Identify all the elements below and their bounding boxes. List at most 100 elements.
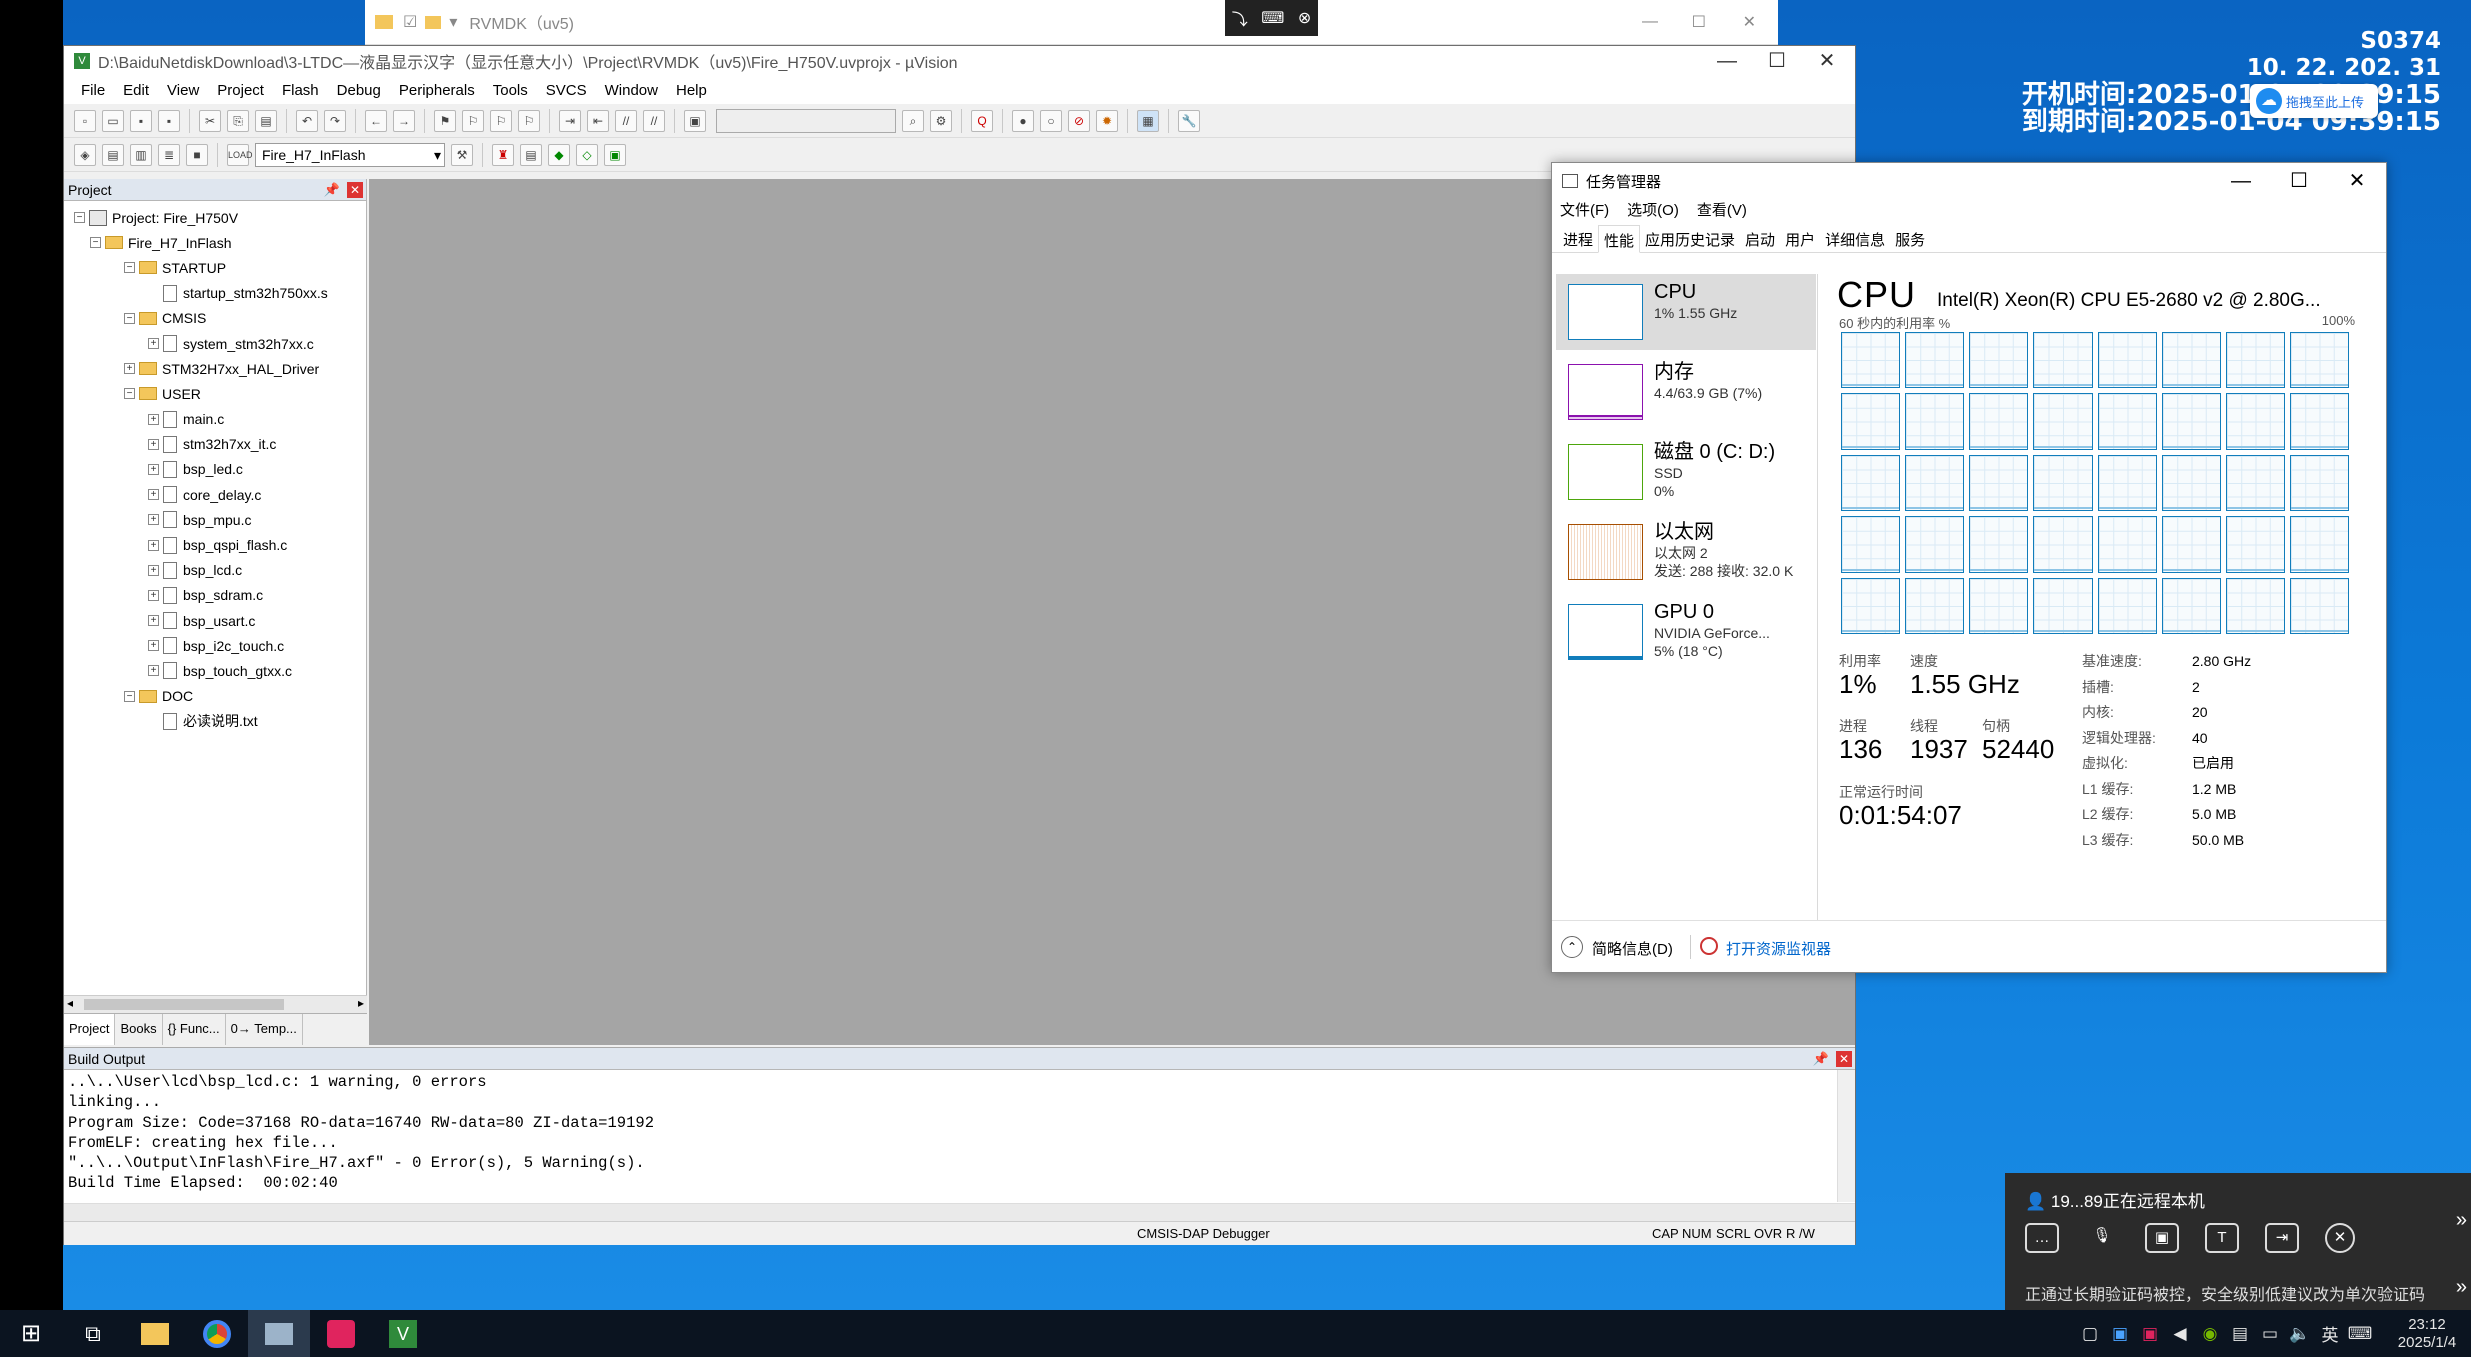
perf-item-memory[interactable]: 内存 4.4/63.9 GB (7%) <box>1556 354 1816 430</box>
expand-toggle-icon[interactable]: + <box>148 438 159 450</box>
close-button[interactable]: ✕ <box>1743 12 1756 32</box>
tree-item-file[interactable]: + bsp_touch_gtxx.c <box>64 658 366 683</box>
expand-toggle-icon[interactable]: − <box>90 237 101 249</box>
expand-icon[interactable]: » <box>2456 1276 2467 1299</box>
menu-window[interactable]: Window <box>596 82 667 99</box>
text-icon[interactable]: T <box>2205 1223 2239 1253</box>
tree-item-file[interactable]: startup_stm32h750xx.s <box>64 281 366 306</box>
window-layout-icon[interactable]: ▦ <box>1137 109 1159 132</box>
cut-icon[interactable]: ✂ <box>199 109 221 132</box>
paste-icon[interactable]: ▤ <box>255 109 277 132</box>
configure-icon[interactable]: ✹ <box>1096 109 1118 132</box>
screen-control-icon[interactable]: ▣ <box>2145 1223 2179 1253</box>
keyboard-icon[interactable]: ⌨ <box>2345 1324 2375 1344</box>
tab-books[interactable]: Books <box>115 1014 163 1045</box>
horizontal-scrollbar[interactable] <box>64 1203 1855 1221</box>
tree-item-file[interactable]: + core_delay.c <box>64 482 366 507</box>
perf-item-gpu[interactable]: GPU 0 NVIDIA GeForce... 5% (18 °C) <box>1556 594 1816 670</box>
expand-toggle-icon[interactable]: + <box>148 615 159 627</box>
expand-toggle-icon[interactable]: − <box>124 312 135 324</box>
build-icon[interactable]: ▤ <box>102 143 124 166</box>
tree-item-file[interactable]: + bsp_sdram.c <box>64 583 366 608</box>
rebuild-icon[interactable]: ▥ <box>130 143 152 166</box>
expand-toggle-icon[interactable]: + <box>148 539 159 551</box>
maximize-button[interactable]: ☐ <box>2270 163 2328 199</box>
start-windows-icon[interactable]: ⊞ <box>0 1310 62 1357</box>
menu-flash[interactable]: Flash <box>273 82 328 99</box>
minimize-button[interactable]: — <box>1642 13 1658 31</box>
indent-icon[interactable]: ⇥ <box>559 109 581 132</box>
open-file-icon[interactable]: ▭ <box>102 109 124 132</box>
save-all-icon[interactable]: ▪ <box>158 109 180 132</box>
volume-icon[interactable]: ◀ <box>2165 1324 2195 1344</box>
tab-project[interactable]: Project <box>64 1014 116 1045</box>
pack-installer-icon[interactable]: ◆ <box>548 143 570 166</box>
new-file-icon[interactable]: ▫ <box>74 109 96 132</box>
batch-build-icon[interactable]: ≣ <box>158 143 180 166</box>
tab-app-history[interactable]: 应用历史记录 <box>1640 225 1740 252</box>
translate-icon[interactable]: ◈ <box>74 143 96 166</box>
tree-item-file[interactable]: + bsp_usart.c <box>64 608 366 633</box>
tray-icon[interactable]: ▤ <box>2225 1324 2255 1344</box>
target-options-icon[interactable]: ⚒ <box>451 143 473 166</box>
tab-services[interactable]: 服务 <box>1890 225 1930 252</box>
comment-icon[interactable]: // <box>615 109 637 132</box>
maximize-button[interactable]: ☐ <box>1749 46 1805 76</box>
keil-uvision-icon[interactable]: V <box>372 1310 434 1357</box>
disable-breakpoint-icon[interactable]: ○ <box>1040 109 1062 132</box>
pin-icon[interactable]: 📌 <box>324 179 340 201</box>
breakpoint-icon[interactable]: ● <box>1012 109 1034 132</box>
menu-view[interactable]: 查看(V) <box>1697 199 1747 221</box>
copy-icon[interactable]: ⎘ <box>227 109 249 132</box>
tray-icon[interactable]: ▣ <box>2135 1324 2165 1344</box>
tools-wrench-icon[interactable]: 🔧 <box>1178 109 1200 132</box>
tree-item-file[interactable]: + bsp_lcd.c <box>64 558 366 583</box>
menu-debug[interactable]: Debug <box>328 82 390 99</box>
unindent-icon[interactable]: ⇤ <box>587 109 609 132</box>
tree-item-file[interactable]: + bsp_mpu.c <box>64 507 366 532</box>
expand-toggle-icon[interactable]: − <box>124 690 135 702</box>
expand-toggle-icon[interactable]: + <box>148 413 159 425</box>
tree-item-proj[interactable]: − Project: Fire_H750V <box>64 205 366 230</box>
app-red-flag-icon[interactable] <box>310 1310 372 1357</box>
close-icon[interactable]: ✕ <box>347 182 363 198</box>
tree-item-file[interactable]: + bsp_led.c <box>64 457 366 482</box>
chrome-icon[interactable] <box>186 1310 248 1357</box>
incremental-find-icon[interactable]: ⚙ <box>930 109 952 132</box>
less-details-link[interactable]: 简略信息(D) <box>1592 938 1673 959</box>
build-output-text[interactable]: ..\..\User\lcd\bsp_lcd.c: 1 warning, 0 e… <box>64 1070 1855 1196</box>
bookmark-icon[interactable]: ⚑ <box>434 109 456 132</box>
minimize-button[interactable]: — <box>1699 46 1755 76</box>
tree-item-file[interactable]: + bsp_qspi_flash.c <box>64 532 366 557</box>
manage-components-icon[interactable]: ♜ <box>492 143 514 166</box>
close-icon[interactable]: ✕ <box>1836 1051 1852 1067</box>
menu-peripherals[interactable]: Peripherals <box>390 82 484 99</box>
network-icon[interactable]: ▭ <box>2255 1324 2285 1344</box>
find-combo[interactable] <box>716 108 896 133</box>
remote-desktop-icon[interactable] <box>248 1310 310 1357</box>
target-select[interactable]: Fire_H7_InFlash <box>255 142 445 167</box>
undo-icon[interactable]: ↶ <box>296 109 318 132</box>
next-bookmark-icon[interactable]: ⚐ <box>490 109 512 132</box>
speaker-icon[interactable]: 🔈 <box>2285 1324 2315 1344</box>
clear-bookmarks-icon[interactable]: ⚐ <box>518 109 540 132</box>
maximize-button[interactable]: ☐ <box>1692 12 1706 32</box>
debug-session-icon[interactable]: Q <box>971 109 993 132</box>
qat-dropdown-icon[interactable]: ▾ <box>449 12 457 32</box>
file-transfer-icon[interactable]: ⇥ <box>2265 1223 2299 1253</box>
expand-icon[interactable]: » <box>2456 1209 2467 1232</box>
tab-details[interactable]: 详细信息 <box>1820 225 1890 252</box>
resource-monitor-link[interactable]: 打开资源监视器 <box>1726 938 1831 959</box>
perf-item-ethernet[interactable]: 以太网 以太网 2 发送: 288 接收: 32.0 K <box>1556 514 1816 590</box>
close-button[interactable]: ✕ <box>2328 163 2386 199</box>
redo-icon[interactable]: ↷ <box>324 109 346 132</box>
find-in-files-icon[interactable]: ▣ <box>684 109 706 132</box>
expand-toggle-icon[interactable]: − <box>124 262 135 274</box>
perf-item-cpu[interactable]: CPU 1% 1.55 GHz <box>1556 274 1816 350</box>
vertical-scrollbar[interactable] <box>1837 1070 1855 1202</box>
keyboard-icon[interactable]: ⌨ <box>1261 8 1284 28</box>
uncomment-icon[interactable]: // <box>643 109 665 132</box>
tab-templates[interactable]: 0→ Temp... <box>226 1014 303 1045</box>
tree-item-folder[interactable]: + STM32H7xx_HAL_Driver <box>64 356 366 381</box>
disconnect-icon[interactable]: ✕ <box>2325 1223 2355 1253</box>
